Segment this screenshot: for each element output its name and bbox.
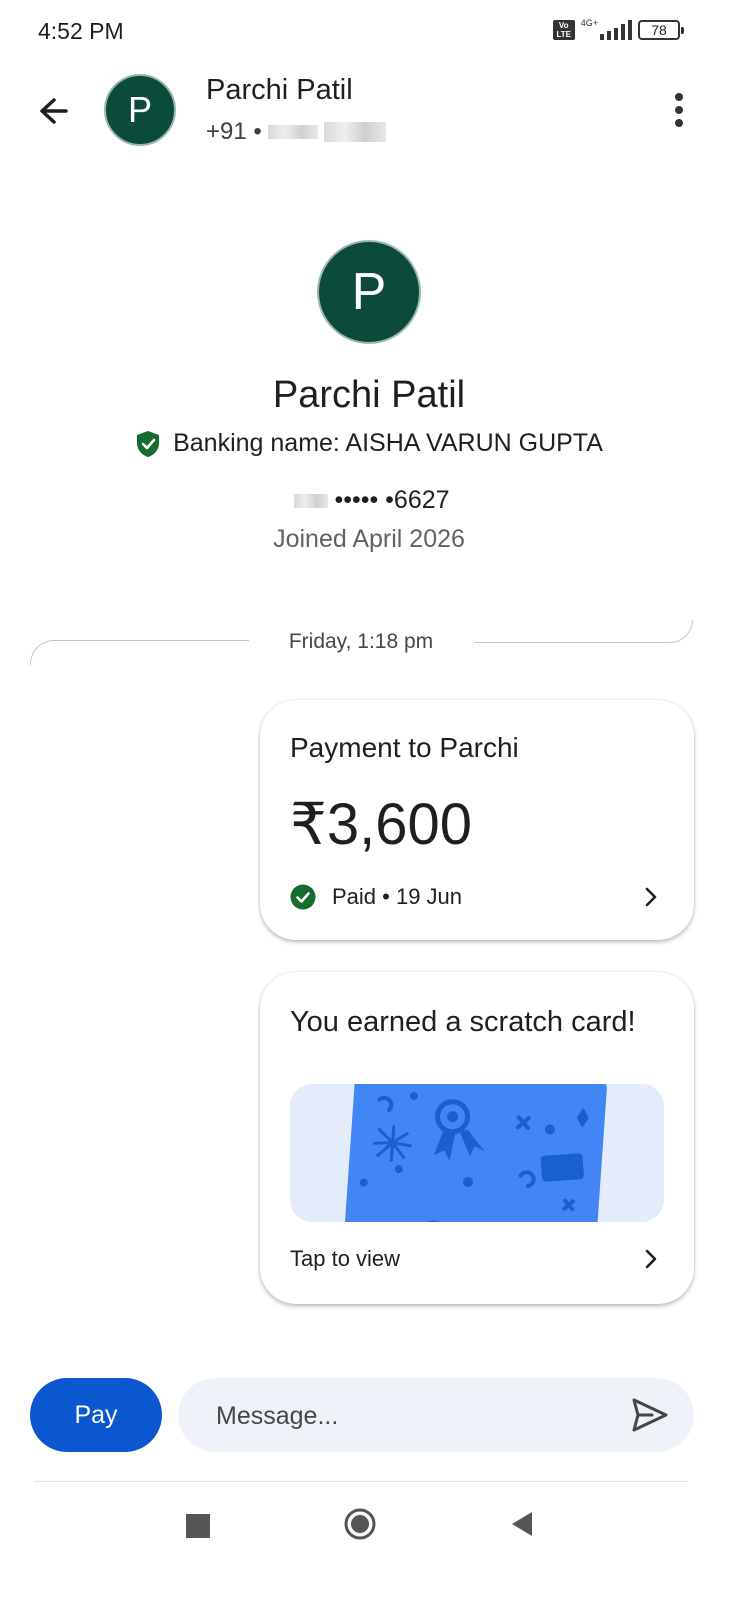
pay-button[interactable]: Pay [30,1378,162,1452]
battery-icon: 78 [638,20,684,40]
tap-to-view-link[interactable]: Tap to view [290,1246,400,1272]
payment-amount: ₹3,600 [290,792,473,857]
redacted-number [294,493,329,508]
nav-divider [34,1481,688,1482]
status-time: 4:52 PM [38,18,124,44]
back-button[interactable] [28,88,78,138]
recents-button[interactable] [186,1514,210,1538]
profile-phone: ••••• •6627 [0,486,738,515]
masked-phone: ••••• •6627 [334,486,450,514]
signal-icon [600,20,632,40]
chevron-right-icon [645,887,657,907]
banking-name-row: Banking name: AISHA VARUN GUPTA [0,429,738,458]
message-input[interactable] [214,1378,598,1454]
nav-back-button[interactable] [510,1510,534,1538]
more-options-button[interactable] [664,90,694,136]
volte-icon: Vo LTE [552,20,575,40]
chat-header: P Parchi Patil +91 • [0,66,738,166]
scratch-card-title: You earned a scratch card! [290,1006,636,1038]
payment-title: Payment to Parchi [290,732,519,763]
profile-avatar: P [317,240,421,344]
joined-date: Joined April 2026 [273,525,465,553]
phone-prefix: +91 • [206,118,262,145]
divider [474,620,693,643]
verified-shield-icon [137,430,160,457]
send-icon [632,1398,668,1432]
check-circle-icon [290,884,316,910]
status-icons: Vo LTE 4G+ 78 [552,18,684,40]
home-circle-icon [344,1508,376,1540]
chevron-right-icon [645,1249,657,1269]
contact-name[interactable]: Parchi Patil [206,74,353,107]
payment-status: Paid • 19 Jun [290,884,462,910]
network-type: 4G+ [580,18,598,28]
arrow-left-icon [40,98,68,124]
profile-name: Parchi Patil [272,374,466,416]
contact-phone: +91 • [206,118,386,146]
status-bar: 4:52 PM Vo LTE 4G+ 78 [0,0,738,66]
redacted-number [323,122,386,142]
redacted-number [267,125,318,139]
home-button[interactable] [344,1508,376,1540]
scratch-card-message[interactable]: You earned a scratch card! Tap to view [260,972,694,1304]
send-button[interactable] [630,1396,670,1434]
avatar[interactable]: P [104,74,176,146]
scratch-card-icon [341,1084,607,1222]
contact-profile: P Parchi Patil Banking name: AISHA VARUN… [0,240,738,554]
scratch-card-preview[interactable] [290,1084,664,1222]
banking-name: Banking name: AISHA VARUN GUPTA [173,429,603,457]
message-composer[interactable] [178,1378,694,1454]
date-separator: Friday, 1:18 pm [288,630,434,653]
triangle-back-icon [512,1512,532,1536]
divider [30,640,249,665]
payment-status-text: Paid • 19 Jun [332,884,463,909]
payment-card[interactable]: Payment to Parchi ₹3,600 Paid • 19 Jun [260,700,694,940]
